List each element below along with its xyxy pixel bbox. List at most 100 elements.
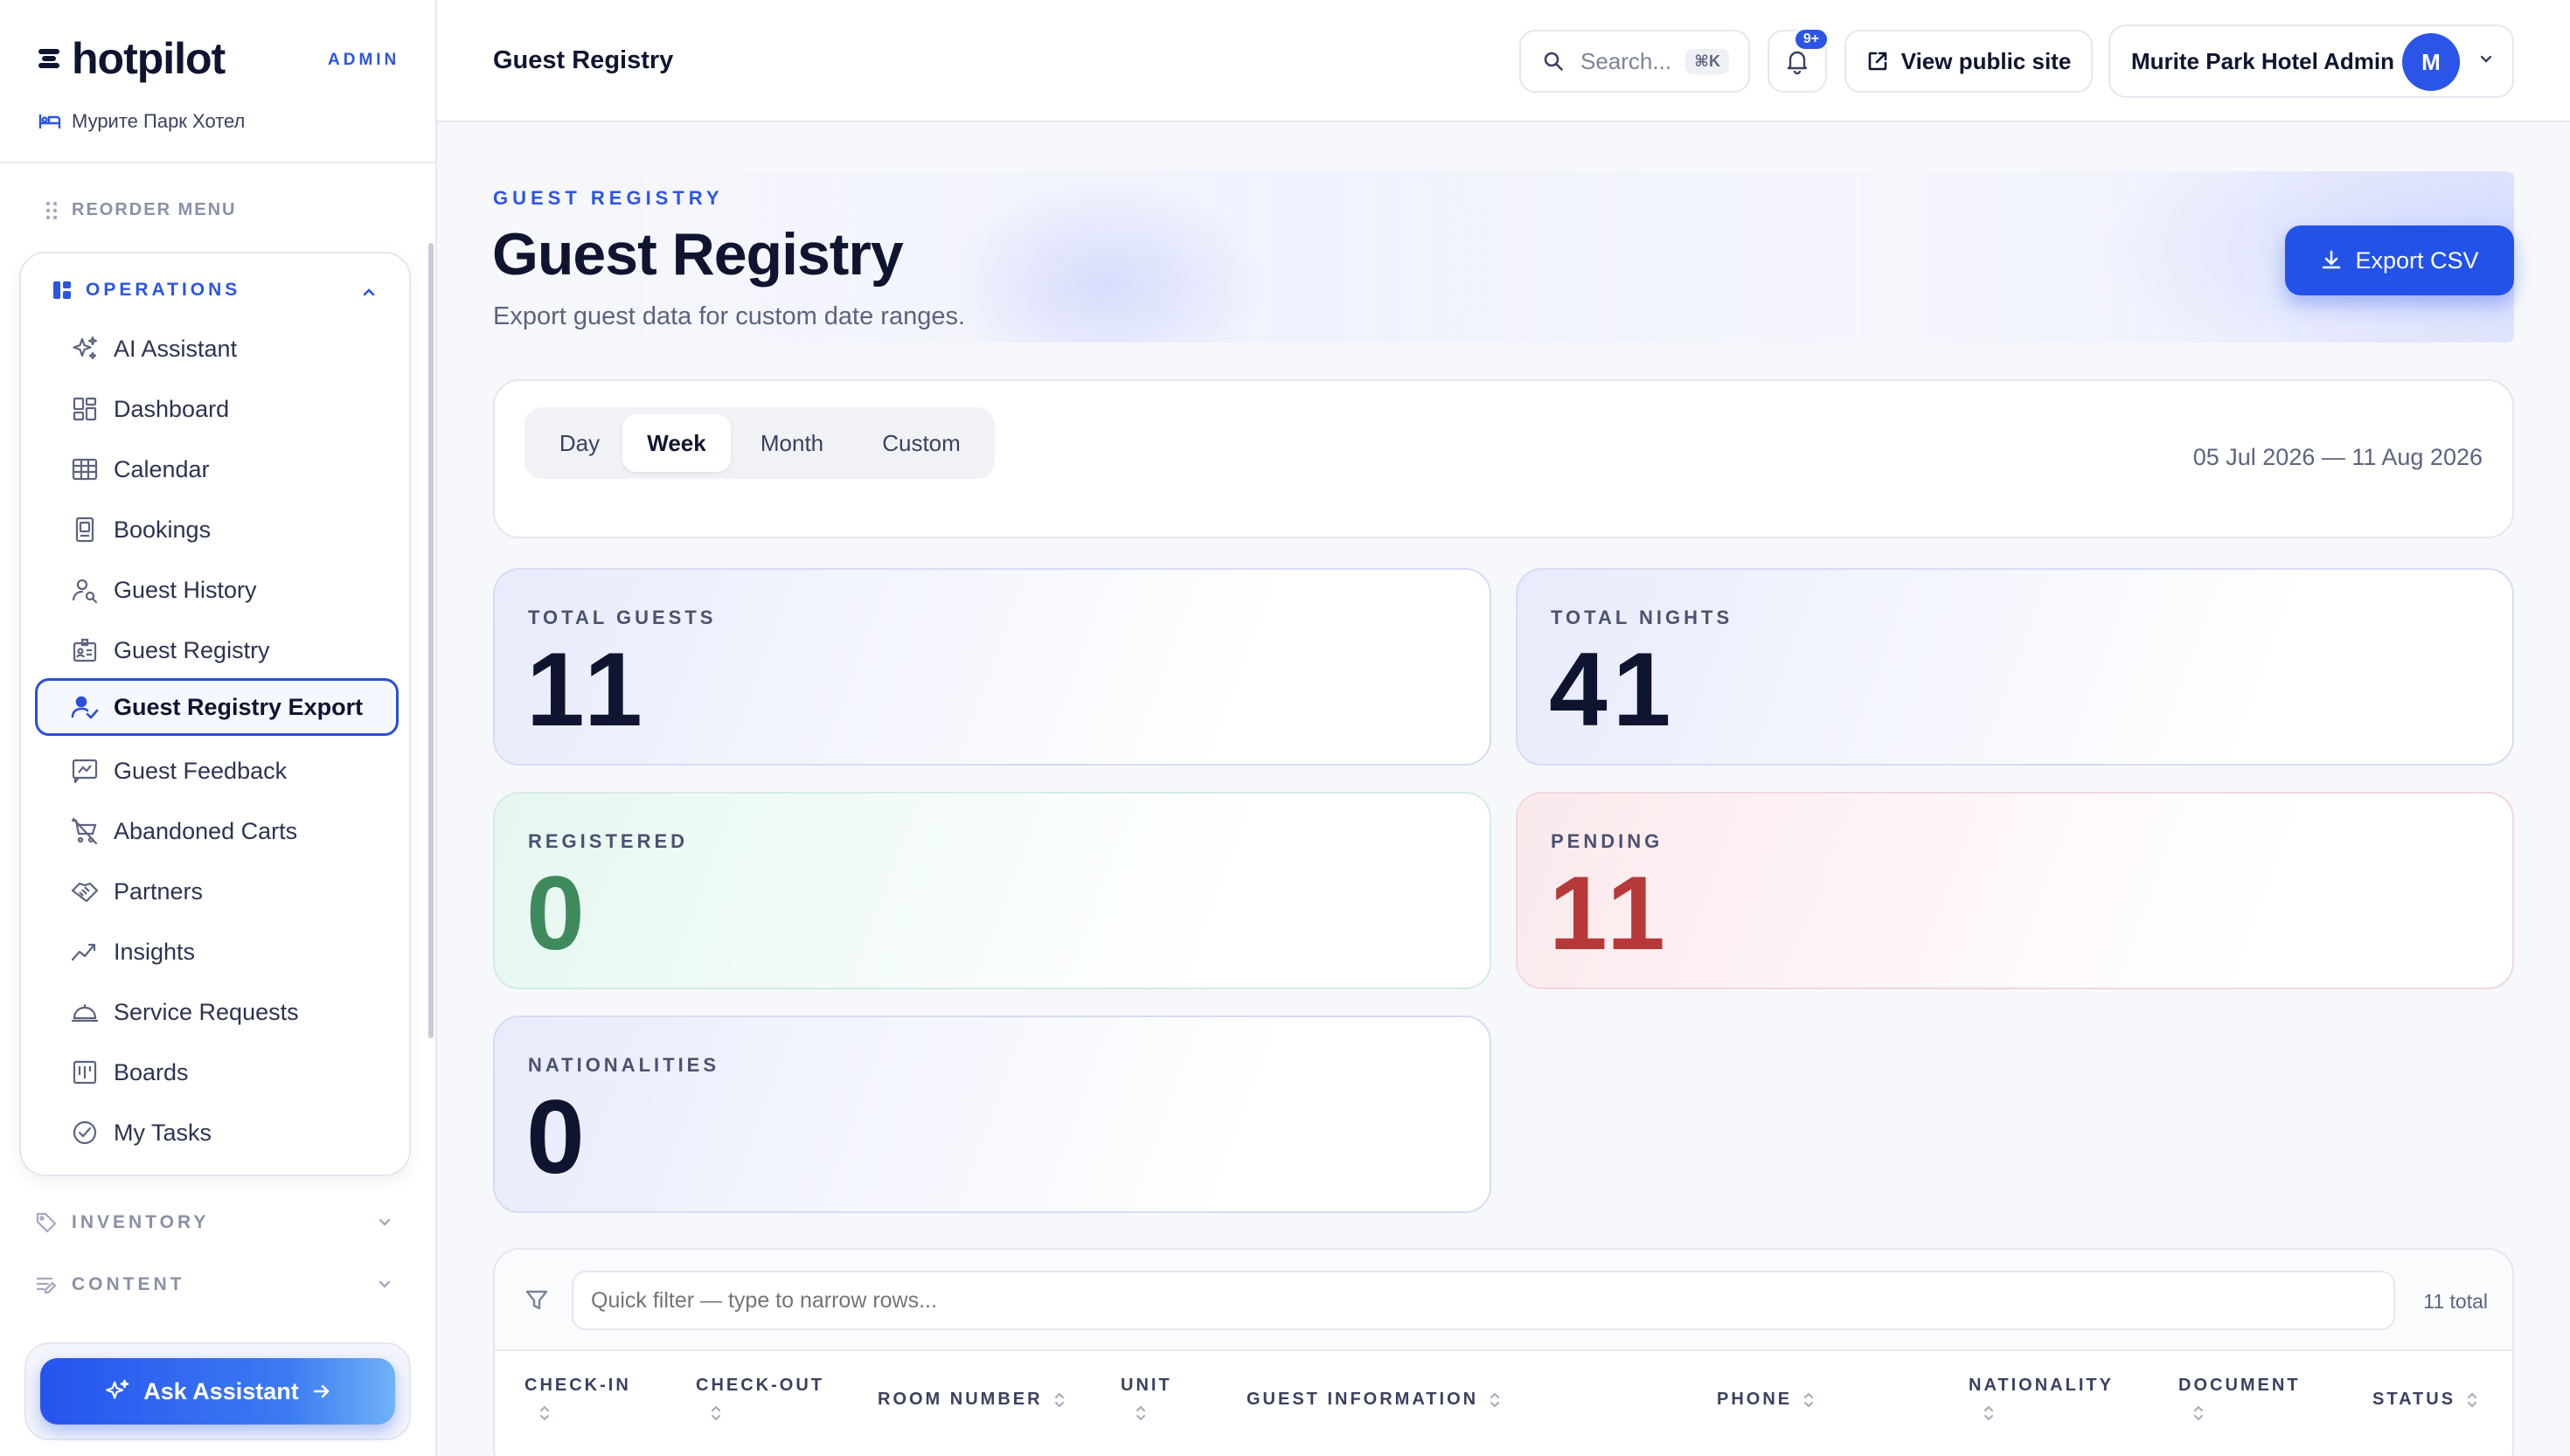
sidebar-item-my-tasks[interactable]: My Tasks xyxy=(35,1104,399,1161)
column-header-document[interactable]: DOCUMENT xyxy=(2178,1376,2301,1422)
sidebar-item-service-requests[interactable]: Service Requests xyxy=(35,983,399,1041)
column-header-label: DOCUMENT xyxy=(2178,1376,2301,1395)
column-header-room-number[interactable]: ROOM NUMBER xyxy=(878,1390,1066,1410)
range-option-week[interactable]: Week xyxy=(622,414,731,472)
sort-icon xyxy=(2194,1405,2203,1421)
sidebar-item-insights[interactable]: Insights xyxy=(35,923,399,981)
sidebar-item-label: Abandoned Carts xyxy=(114,817,298,844)
text-edit-icon xyxy=(36,1277,57,1294)
search-input[interactable]: Search... ⌘K xyxy=(1519,30,1750,93)
date-range-text: 05 Jul 2026 — 11 Aug 2026 xyxy=(2192,444,2483,470)
view-public-site-button[interactable]: View public site xyxy=(1844,30,2093,93)
sidebar-item-label: Guest History xyxy=(114,576,257,603)
column-header-label: CHECK-OUT xyxy=(696,1376,824,1395)
reorder-menu-button[interactable]: REORDER MENU xyxy=(45,200,236,220)
sidebar-item-ai-assistant[interactable]: AI Assistant xyxy=(35,320,399,378)
stat-value: 0 xyxy=(526,1078,590,1196)
inventory-group-label: INVENTORY xyxy=(72,1212,210,1232)
range-option-month[interactable]: Month xyxy=(731,414,853,472)
brand-logo[interactable]: hotpilot xyxy=(38,33,226,84)
assistant-dock: Ask Assistant xyxy=(24,1342,411,1440)
sparkle-icon xyxy=(73,336,98,360)
column-header-label: STATUS xyxy=(2372,1390,2456,1409)
stat-value: 0 xyxy=(526,855,590,972)
operations-group-header[interactable]: OPERATIONS xyxy=(52,280,240,301)
sidebar-divider xyxy=(0,162,437,163)
booking-doc-icon xyxy=(75,517,94,543)
page-subtitle: Export guest data for custom date ranges… xyxy=(493,302,966,330)
stat-label: TOTAL NIGHTS xyxy=(1551,607,1733,628)
sort-icon xyxy=(1984,1405,1993,1421)
ask-assistant-label: Ask Assistant xyxy=(143,1377,299,1404)
sidebar-item-label: Guest Registry xyxy=(114,636,270,663)
sort-icon xyxy=(1054,1392,1064,1408)
stat-label: PENDING xyxy=(1551,830,1664,852)
chevron-down-icon xyxy=(379,1280,391,1288)
stat-card-total-nights: TOTAL NIGHTS 41 xyxy=(1516,568,2514,766)
ask-assistant-button[interactable]: Ask Assistant xyxy=(40,1358,395,1425)
sort-icon xyxy=(1490,1392,1500,1408)
sidebar-item-partners[interactable]: Partners xyxy=(35,863,399,920)
bed-icon xyxy=(38,114,61,128)
sidebar-item-guest-feedback[interactable]: Guest Feedback xyxy=(35,742,399,800)
sidebar-item-guest-history[interactable]: Guest History xyxy=(35,561,399,619)
sidebar-item-boards[interactable]: Boards xyxy=(35,1043,399,1101)
stat-value: 11 xyxy=(1549,855,1670,972)
bell-icon xyxy=(1787,51,1808,74)
operations-group: OPERATIONS AI Assistant Dashboard Calend… xyxy=(19,252,411,1176)
sidebar-item-calendar[interactable]: Calendar xyxy=(35,440,399,498)
avatar: M xyxy=(2402,33,2460,91)
sidebar-item-label: Guest Feedback xyxy=(114,757,288,784)
range-option-custom[interactable]: Custom xyxy=(853,414,990,472)
chevron-down-icon xyxy=(379,1218,391,1226)
id-card-icon xyxy=(73,638,97,662)
sidebar-item-guest-registry-export[interactable]: Guest Registry Export xyxy=(35,678,399,736)
calendar-grid-icon xyxy=(72,458,98,481)
range-option-day[interactable]: Day xyxy=(531,414,628,472)
sidebar-item-dashboard[interactable]: Dashboard xyxy=(35,380,399,438)
arrow-right-icon xyxy=(313,1384,330,1398)
sidebar-item-label: Dashboard xyxy=(114,395,230,422)
column-header-status[interactable]: STATUS xyxy=(2372,1390,2478,1410)
sort-icon xyxy=(2468,1392,2477,1408)
external-link-icon xyxy=(1868,52,1887,71)
filter-icon xyxy=(525,1290,548,1310)
sidebar-item-label: AI Assistant xyxy=(114,335,238,362)
search-icon xyxy=(1544,52,1563,71)
user-search-icon xyxy=(72,579,98,604)
sidebar-item-abandoned-carts[interactable]: Abandoned Carts xyxy=(35,802,399,860)
table-filter-row: 11 total xyxy=(495,1250,2512,1351)
search-placeholder: Search... xyxy=(1580,47,1672,74)
column-header-guest-information[interactable]: GUEST INFORMATION xyxy=(1247,1390,1501,1410)
content-group-header[interactable]: CONTENT xyxy=(35,1273,393,1296)
chevron-up-icon[interactable] xyxy=(360,283,378,301)
stat-value: 41 xyxy=(1549,631,1677,748)
sidebar-item-bookings[interactable]: Bookings xyxy=(35,501,399,558)
logo-mark-icon xyxy=(38,45,65,72)
export-csv-button[interactable]: Export CSV xyxy=(2285,225,2514,295)
sort-icon xyxy=(712,1405,720,1421)
board-icon xyxy=(73,1060,97,1085)
stat-card-nationalities: NATIONALITIES 0 xyxy=(493,1016,1491,1213)
sparkle-icon xyxy=(106,1379,129,1399)
range-segmented-control: Day Week Month Custom xyxy=(524,407,995,479)
column-header-phone[interactable]: PHONE xyxy=(1717,1390,1815,1410)
column-header-nationality[interactable]: NATIONALITY xyxy=(1969,1376,2114,1422)
stat-label: TOTAL GUESTS xyxy=(528,607,717,628)
operations-group-label: OPERATIONS xyxy=(86,280,241,300)
stat-label: REGISTERED xyxy=(528,830,689,852)
user-menu-button[interactable]: Murite Park Hotel Admin M xyxy=(2108,24,2514,98)
topbar-title: Guest Registry xyxy=(493,46,674,74)
column-header-check-out[interactable]: CHECK-OUT xyxy=(696,1376,824,1422)
column-header-unit[interactable]: UNIT xyxy=(1121,1376,1172,1422)
sidebar-item-guest-registry[interactable]: Guest Registry xyxy=(35,621,399,679)
column-header-check-in[interactable]: CHECK-IN xyxy=(524,1376,631,1422)
dashboard-icon xyxy=(73,397,97,421)
sidebar-scrollbar[interactable] xyxy=(428,243,434,1038)
quick-filter-input[interactable] xyxy=(572,1271,2395,1330)
content-group-label: CONTENT xyxy=(72,1274,185,1294)
guest-table: 11 total CHECK-IN CHECK-OUT ROOM NUMBER … xyxy=(493,1248,2514,1456)
check-circle-icon xyxy=(73,1120,97,1145)
column-header-label: PHONE xyxy=(1717,1390,1793,1409)
inventory-group-header[interactable]: INVENTORY xyxy=(35,1211,393,1234)
